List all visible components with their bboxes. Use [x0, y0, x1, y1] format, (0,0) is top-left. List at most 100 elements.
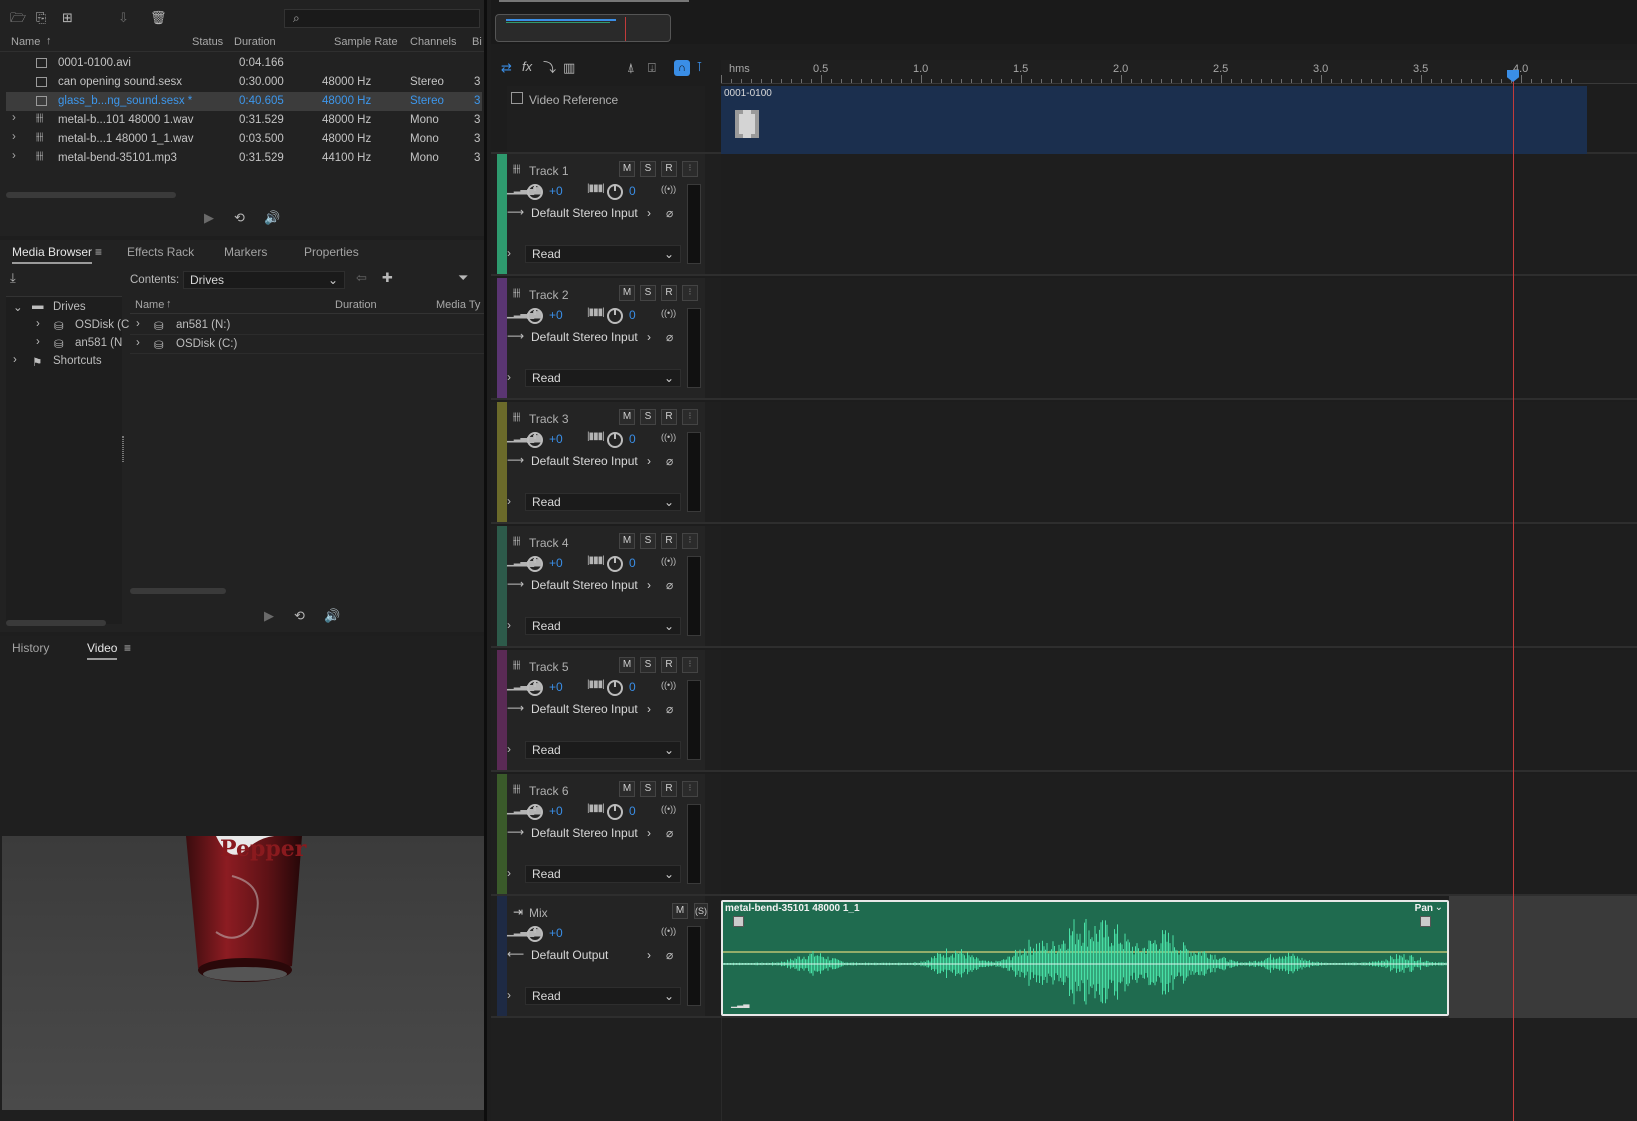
expand-chevron-icon[interactable]: › [12, 150, 16, 162]
expand-chevron-icon[interactable]: › [507, 988, 511, 1002]
file-row[interactable]: › ⫲⫲ metal-b...1 48000 1_1.wav 0:03.500 4800… [6, 130, 482, 149]
col-name[interactable]: Name [11, 36, 40, 48]
track-lane[interactable] [721, 526, 1637, 646]
trash-icon[interactable]: 🗑 [150, 10, 167, 26]
pan-value[interactable]: 0 [629, 308, 636, 322]
add-shortcut-icon[interactable]: ✚ [382, 270, 393, 286]
snap-icon[interactable]: ⍋ [627, 60, 635, 76]
splitter-handle[interactable] [122, 436, 124, 462]
new-file-icon[interactable]: ⊞ [62, 10, 73, 26]
record-arm-button[interactable]: R [661, 533, 677, 549]
automation-select[interactable]: Read ⌄ [525, 987, 681, 1005]
marker-icon[interactable]: ⍗ [648, 60, 656, 76]
mix-volume-value[interactable]: +0 [549, 926, 563, 940]
pan-knob[interactable] [607, 308, 623, 324]
expand-chevron-icon[interactable]: › [507, 370, 511, 384]
track-name[interactable]: Track 5 [529, 660, 569, 674]
expand-chevron-icon[interactable]: › [12, 131, 16, 143]
file-row[interactable]: › ⫲⫲ metal-bend-35101.mp3 0:31.529 44100 Hz M… [6, 149, 482, 168]
volume-knob[interactable] [527, 680, 543, 696]
zoom-navigator[interactable] [495, 14, 671, 42]
chevron-down-icon[interactable]: ⌄ [1435, 902, 1443, 913]
monitor-icon[interactable]: ((•)) [661, 680, 676, 690]
track-lane[interactable] [721, 774, 1637, 894]
volume-value[interactable]: +0 [549, 804, 563, 818]
tab-media-browser[interactable]: Media Browser [12, 245, 93, 264]
swap-arrows-icon[interactable]: ⇄ [501, 60, 512, 76]
media-item-an581[interactable]: an581 (N:) [176, 319, 230, 331]
expand-chevron-icon[interactable]: › [507, 494, 511, 508]
phase-icon[interactable]: ⌀ [666, 206, 673, 220]
volume-knob[interactable] [527, 432, 543, 448]
col-duration[interactable]: Duration [335, 299, 377, 311]
volume-value[interactable]: +0 [549, 184, 563, 198]
insert-icon[interactable]: ⇩ [118, 10, 129, 26]
pan-value[interactable]: 0 [629, 432, 636, 446]
panel-menu-icon[interactable]: ≡ [124, 641, 131, 655]
mute-button[interactable]: M [619, 285, 635, 301]
phase-icon[interactable]: ⌀ [666, 578, 673, 592]
solo-button[interactable]: S [640, 409, 656, 425]
track-lane[interactable] [721, 650, 1637, 770]
track-name[interactable]: Track 6 [529, 784, 569, 798]
input-select[interactable]: Default Stereo Input › [525, 825, 657, 843]
collapse-chevron-icon[interactable]: › [13, 354, 17, 366]
mute-button[interactable]: M [619, 161, 635, 177]
media-item-osdisk[interactable]: OSDisk (C:) [176, 338, 237, 350]
col-sample-rate[interactable]: Sample Rate [334, 36, 398, 48]
sends-icon[interactable]: ⤵ [543, 60, 556, 76]
pan-value[interactable]: 0 [629, 680, 636, 694]
input-monitor-button[interactable]: ⁝ [682, 781, 698, 797]
input-select[interactable]: Default Stereo Input › [525, 329, 657, 347]
playhead-line[interactable] [1513, 70, 1514, 1121]
record-arm-button[interactable]: R [661, 657, 677, 673]
pan-knob[interactable] [607, 184, 623, 200]
track-lane[interactable] [721, 402, 1637, 522]
filter-icon[interactable]: ⏷ [458, 270, 468, 286]
track-lane[interactable] [721, 154, 1637, 274]
pan-value[interactable]: 0 [629, 804, 636, 818]
record-arm-button[interactable]: R [661, 781, 677, 797]
loop-icon[interactable]: ⟲ [294, 608, 305, 624]
play-icon[interactable]: ▶ [264, 608, 274, 624]
mute-button[interactable]: M [672, 903, 688, 919]
track-name[interactable]: Track 4 [529, 536, 569, 550]
expand-chevron-icon[interactable]: › [507, 742, 511, 756]
solo-button[interactable]: S [640, 533, 656, 549]
file-row[interactable]: glass_b...ng_sound.sesx * 0:40.605 48000 H… [6, 92, 482, 111]
input-monitor-button[interactable]: ⁝ [682, 409, 698, 425]
volume-value[interactable]: +0 [549, 432, 563, 446]
col-channels[interactable]: Channels [410, 36, 456, 48]
expand-chevron-icon[interactable]: › [12, 112, 16, 124]
phase-icon[interactable]: ⌀ [666, 330, 673, 344]
pan-knob[interactable] [607, 680, 623, 696]
expand-chevron-icon[interactable]: › [136, 337, 140, 349]
input-select[interactable]: Default Stereo Input › [525, 701, 657, 719]
file-row[interactable]: 0001-0100.avi 0:04.166 [6, 54, 482, 73]
col-media-type[interactable]: Media Ty [436, 299, 480, 311]
back-arrow-icon[interactable]: ⇦ [356, 270, 367, 286]
import-down-icon[interactable]: ⤓ [10, 270, 16, 286]
volume-knob[interactable] [527, 184, 543, 200]
solo-button[interactable]: S [640, 781, 656, 797]
search-input[interactable]: ⌕ [284, 9, 480, 28]
contents-select[interactable]: Drives ⌄ [183, 271, 345, 289]
collapse-chevron-icon[interactable]: › [36, 336, 40, 348]
solo-button[interactable]: S [640, 161, 656, 177]
video-clip[interactable]: 0001-0100 [721, 86, 1587, 154]
automation-select[interactable]: Read ⌄ [525, 369, 681, 387]
expand-chevron-icon[interactable]: › [507, 618, 511, 632]
playhead-follow-icon[interactable]: ⊺ [696, 59, 703, 75]
loop-icon[interactable]: ⟲ [234, 210, 245, 226]
file-row[interactable]: › ⫲⫲ metal-b...101 48000 1.wav 0:31.529 4800… [6, 111, 482, 130]
record-arm-button[interactable]: R [661, 409, 677, 425]
col-status[interactable]: Status [192, 36, 223, 48]
pan-value[interactable]: 0 [629, 556, 636, 570]
mute-button[interactable]: M [619, 657, 635, 673]
tree-drives[interactable]: Drives [53, 301, 86, 313]
eq-bars-icon[interactable]: ▥ [563, 60, 575, 76]
file-row[interactable]: can opening sound.sesx 0:30.000 48000 Hz St… [6, 73, 482, 92]
volume-knob[interactable] [527, 926, 543, 942]
expand-chevron-icon[interactable]: › [507, 246, 511, 260]
autoplay-speaker-icon[interactable]: 🔊 [264, 210, 280, 226]
